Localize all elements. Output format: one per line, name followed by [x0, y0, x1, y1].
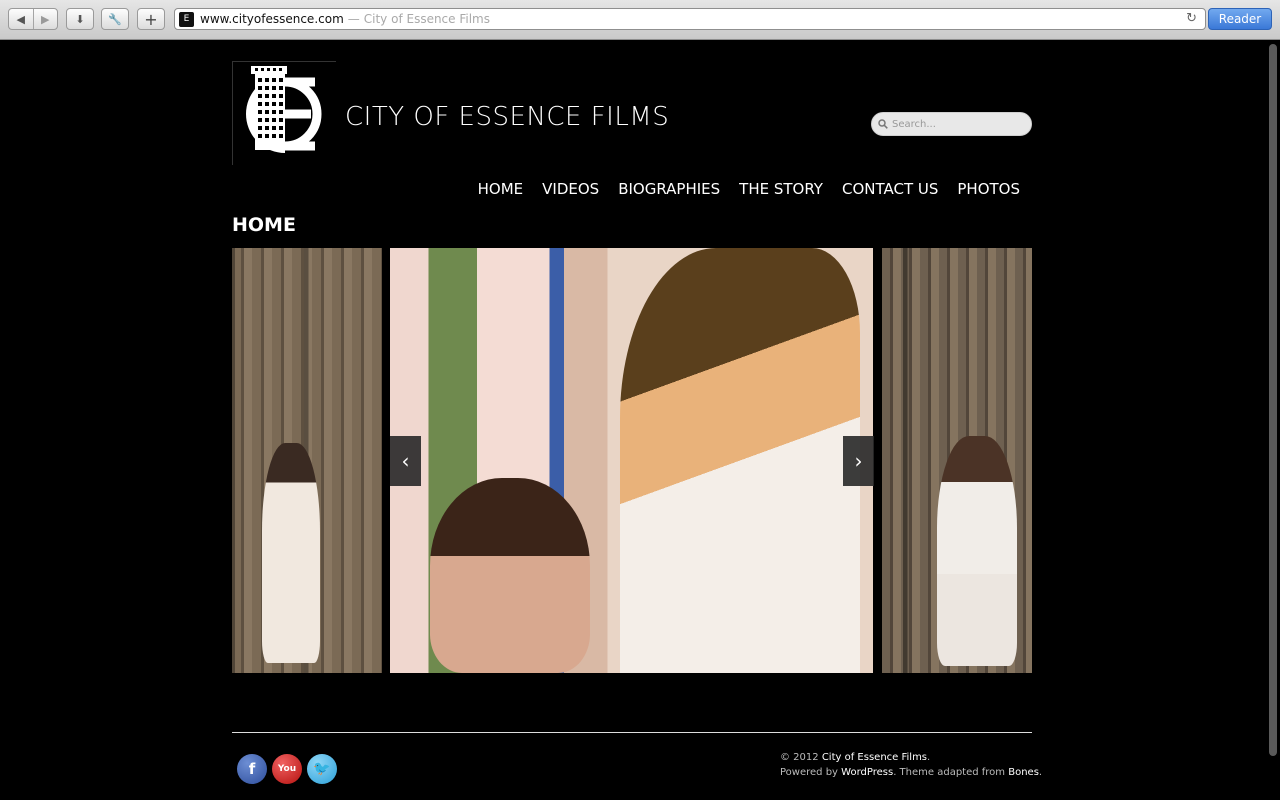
scrollbar-thumb[interactable]: [1269, 44, 1277, 756]
photo-subject: [620, 248, 860, 673]
search-input[interactable]: [892, 118, 1022, 130]
url-text: www.cityofessence.com: [200, 12, 344, 26]
wrench-icon: 🔧: [108, 12, 122, 26]
chevron-left-icon: ‹: [401, 449, 410, 473]
plus-icon: +: [144, 9, 158, 29]
download-icon: ⬇: [75, 12, 85, 26]
nav-item-videos[interactable]: VIDEOS: [542, 180, 599, 198]
back-icon[interactable]: ◀: [9, 9, 33, 29]
footer-site-link[interactable]: City of Essence Films: [822, 752, 927, 763]
bones-link[interactable]: Bones: [1008, 767, 1039, 778]
nav-item-the-story[interactable]: THE STORY: [739, 180, 823, 198]
reload-icon[interactable]: ↻: [1186, 11, 1197, 26]
powered-by-text: Powered by: [780, 767, 838, 778]
photo-subject: [937, 436, 1017, 666]
new-tab-button[interactable]: +: [137, 8, 165, 30]
nav-item-biographies[interactable]: BIOGRAPHIES: [618, 180, 720, 198]
photo-subject: [262, 443, 320, 663]
footer-period-2: .: [1038, 767, 1043, 778]
search-box[interactable]: [871, 112, 1032, 136]
theme-text: . Theme adapted from: [893, 767, 1006, 778]
nav-item-contact-us[interactable]: CONTACT US: [842, 180, 938, 198]
main-nav: HOME VIDEOS BIOGRAPHIES THE STORY CONTAC…: [459, 180, 1020, 198]
slider-image-current[interactable]: [390, 248, 873, 673]
page-scrollbar[interactable]: [1266, 40, 1280, 800]
address-bar[interactable]: E www.cityofessence.com — City of Essenc…: [174, 8, 1206, 30]
tools-button[interactable]: 🔧: [101, 8, 129, 30]
footer-divider: [232, 732, 1032, 733]
photo-subject: [430, 478, 590, 673]
url-page-title: City of Essence Films: [363, 12, 490, 26]
wordpress-link[interactable]: WordPress: [841, 767, 893, 778]
browser-toolbar: ◀ ▶ ⬇ 🔧 + E www.cityofessence.com — City…: [0, 0, 1280, 40]
site-title[interactable]: CITY OF ESSENCE FILMS: [345, 102, 669, 132]
nav-item-photos[interactable]: PHOTOS: [957, 180, 1020, 198]
chevron-right-icon: ›: [854, 449, 863, 473]
facebook-icon[interactable]: f: [237, 754, 267, 784]
web-page: CITY OF ESSENCE FILMS HOME VIDEOS BIOGRA…: [0, 40, 1266, 800]
downloads-button[interactable]: ⬇: [66, 8, 94, 30]
slider-next-button[interactable]: ›: [843, 436, 874, 486]
forward-icon[interactable]: ▶: [32, 9, 58, 29]
footer-credits: © 2012 City of Essence Films. Powered by…: [780, 750, 1042, 780]
twitter-icon[interactable]: 🐦: [307, 754, 337, 784]
nav-item-home[interactable]: HOME: [478, 180, 524, 198]
footer-period: .: [927, 752, 931, 763]
url-separator: —: [347, 12, 360, 26]
page-title: HOME: [232, 214, 296, 236]
back-forward-group: ◀ ▶: [8, 8, 58, 30]
search-icon: [878, 119, 888, 129]
slider-image-next[interactable]: [882, 248, 1032, 673]
reader-button[interactable]: Reader: [1208, 8, 1272, 30]
site-logo[interactable]: [232, 61, 337, 166]
slider-image-prev[interactable]: [232, 248, 382, 673]
copyright-text: © 2012: [780, 752, 819, 763]
slider-prev-button[interactable]: ‹: [390, 436, 421, 486]
youtube-icon[interactable]: You: [272, 754, 302, 784]
site-favicon-icon: E: [179, 11, 194, 27]
